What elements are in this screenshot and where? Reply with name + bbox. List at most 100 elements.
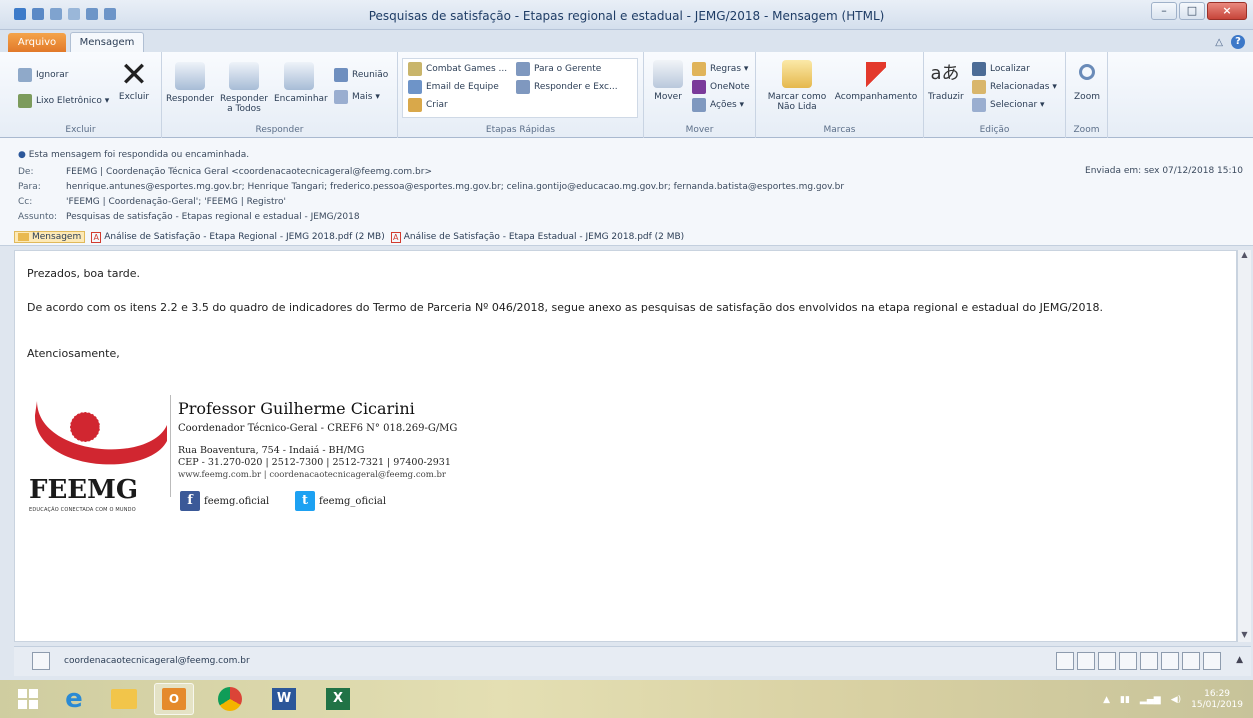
- junk-button[interactable]: Lixo Eletrônico ▾: [18, 94, 109, 108]
- person-avatar[interactable]: [1056, 652, 1074, 670]
- windows-icon: [18, 689, 38, 709]
- twitter-link[interactable]: t feemg_oficial: [295, 491, 386, 511]
- facebook-link[interactable]: f feemg.oficial: [180, 491, 269, 511]
- pdf-icon: A: [390, 231, 401, 243]
- person-avatar[interactable]: [1098, 652, 1116, 670]
- logo-text: FEEMG: [29, 475, 139, 505]
- group-label-marcas: Marcas: [823, 125, 856, 135]
- group-label-excluir: Excluir: [65, 125, 96, 135]
- clock[interactable]: 16:29 15/01/2019: [1191, 689, 1243, 711]
- outlook-taskbar-button[interactable]: O: [154, 683, 194, 715]
- maximize-button[interactable]: □: [1179, 2, 1205, 20]
- tab-message[interactable]: Mensagem: [70, 32, 144, 52]
- actions-button[interactable]: Ações ▾: [692, 98, 744, 112]
- volume-icon[interactable]: ◀): [1171, 695, 1181, 705]
- tray-arrow-icon[interactable]: ▲: [1103, 695, 1110, 705]
- to-line: Para: henrique.antunes@esportes.mg.gov.br…: [18, 182, 845, 192]
- sender[interactable]: FEEMG | Coordenação Técnica Geral <coord…: [66, 167, 432, 177]
- group-zoom: Zoom Zoom: [1066, 52, 1108, 138]
- network-icon[interactable]: ▮▮: [1120, 695, 1130, 705]
- cursor-icon: [972, 98, 986, 112]
- manager-icon: [516, 62, 530, 76]
- person-avatar[interactable]: [1119, 652, 1137, 670]
- move-button[interactable]: Mover: [650, 60, 686, 102]
- signal-icon[interactable]: ▂▄▆: [1140, 695, 1161, 705]
- chrome-taskbar-button[interactable]: [210, 683, 250, 715]
- person-avatar[interactable]: [1077, 652, 1095, 670]
- collapse-ribbon-icon[interactable]: △: [1215, 37, 1223, 48]
- twitter-icon: t: [295, 491, 315, 511]
- outlook-icon: O: [162, 688, 186, 710]
- close-button[interactable]: ×: [1207, 2, 1247, 20]
- attachment-pdf-estadual[interactable]: A Análise de Satisfação - Etapa Estadual…: [390, 231, 684, 243]
- find-button[interactable]: Localizar: [972, 62, 1030, 76]
- word-taskbar-button[interactable]: W: [264, 683, 304, 715]
- quick-step-combat[interactable]: Combat Games ...: [408, 62, 507, 76]
- word-icon: W: [272, 688, 296, 710]
- calendar-icon: [334, 68, 348, 82]
- quick-step-team-email[interactable]: Email de Equipe: [408, 80, 499, 94]
- sent-date: Enviada em: sex 07/12/2018 15:10: [1085, 166, 1243, 176]
- tab-file[interactable]: Arquivo: [8, 33, 66, 52]
- forward-button[interactable]: Encaminhar: [274, 62, 328, 104]
- group-label-quick-steps: Etapas Rápidas: [485, 125, 556, 135]
- help-icon[interactable]: ?: [1231, 35, 1245, 49]
- signature-divider: [170, 395, 171, 497]
- excel-taskbar-button[interactable]: X: [318, 683, 358, 715]
- expand-people-pane-icon[interactable]: ▲: [1236, 655, 1243, 665]
- meeting-button[interactable]: Reunião: [334, 68, 388, 82]
- quick-step-reply-delete[interactable]: Responder e Exc...: [516, 80, 618, 94]
- explorer-taskbar-button[interactable]: [104, 683, 144, 715]
- start-button[interactable]: [8, 683, 48, 715]
- related-button[interactable]: Relacionadas ▾: [972, 80, 1057, 94]
- quick-step-to-manager[interactable]: Para o Gerente: [516, 62, 601, 76]
- closing: Atenciosamente,: [27, 347, 120, 360]
- body-paragraph: De acordo com os itens 2.2 e 3.5 do quad…: [27, 301, 1104, 314]
- signature-web[interactable]: www.feemg.com.br | coordenacaotecnicager…: [178, 470, 446, 480]
- pdf-icon: A: [91, 231, 102, 243]
- cc-recipients[interactable]: 'FEEMG | Coordenação-Geral'; 'FEEMG | Re…: [66, 197, 286, 207]
- scroll-up-arrow[interactable]: ▲: [1238, 250, 1251, 262]
- select-button[interactable]: Selecionar ▾: [972, 98, 1045, 112]
- sender-avatar[interactable]: [32, 652, 50, 670]
- actions-icon: [692, 98, 706, 112]
- person-avatar[interactable]: [1161, 652, 1179, 670]
- scroll-down-arrow[interactable]: ▼: [1238, 630, 1251, 642]
- reply-button[interactable]: Responder: [164, 62, 216, 104]
- delete-button[interactable]: ✕ Excluir: [114, 58, 154, 102]
- person-avatar[interactable]: [1203, 652, 1221, 670]
- recipients[interactable]: henrique.antunes@esportes.mg.gov.br; Hen…: [66, 182, 844, 192]
- envelope-icon: [782, 60, 812, 88]
- followup-button[interactable]: Acompanhamento: [834, 60, 918, 102]
- forward-icon: [284, 62, 314, 90]
- message-body[interactable]: Prezados, boa tarde. De acordo com os it…: [14, 250, 1237, 642]
- onenote-icon: [692, 80, 706, 94]
- greeting: Prezados, boa tarde.: [27, 267, 141, 280]
- zoom-button[interactable]: Zoom: [1070, 60, 1104, 102]
- person-avatar[interactable]: [1140, 652, 1158, 670]
- attachment-pdf-regional[interactable]: A Análise de Satisfação - Etapa Regional…: [91, 231, 385, 243]
- rules-button[interactable]: Regras ▾: [692, 62, 748, 76]
- people-pane-address[interactable]: coordenacaotecnicageral@feemg.com.br: [64, 656, 250, 666]
- minimize-button[interactable]: –: [1151, 2, 1177, 20]
- person-avatar[interactable]: [1182, 652, 1200, 670]
- signature-role: Coordenador Técnico-Geral - CREF6 N° 018…: [178, 423, 458, 434]
- ignore-button[interactable]: Ignorar: [18, 68, 69, 82]
- more-button[interactable]: Mais ▾: [334, 90, 380, 104]
- translate-button[interactable]: aあ Traduzir: [928, 60, 964, 102]
- attachments-bar: Mensagem A Análise de Satisfação - Etapa…: [14, 229, 684, 245]
- onenote-button[interactable]: OneNote: [692, 80, 750, 94]
- people-pane: coordenacaotecnicageral@feemg.com.br ▲: [14, 646, 1251, 676]
- people-avatars: [1056, 652, 1221, 670]
- group-label-zoom: Zoom: [1073, 125, 1100, 135]
- subject-line: Assunto: Pesquisas de satisfação - Etapas…: [18, 212, 360, 222]
- attachment-message[interactable]: Mensagem: [14, 231, 86, 243]
- reply-all-button[interactable]: Responder a Todos: [216, 62, 272, 114]
- facebook-icon: f: [180, 491, 200, 511]
- quick-step-create[interactable]: Criar: [408, 98, 448, 112]
- ie-taskbar-button[interactable]: e: [54, 683, 94, 715]
- junk-icon: [18, 94, 32, 108]
- mark-unread-button[interactable]: Marcar como Não Lida: [762, 60, 832, 112]
- reply-all-icon: [229, 62, 259, 90]
- vertical-scrollbar[interactable]: ▲ ▼: [1237, 250, 1251, 642]
